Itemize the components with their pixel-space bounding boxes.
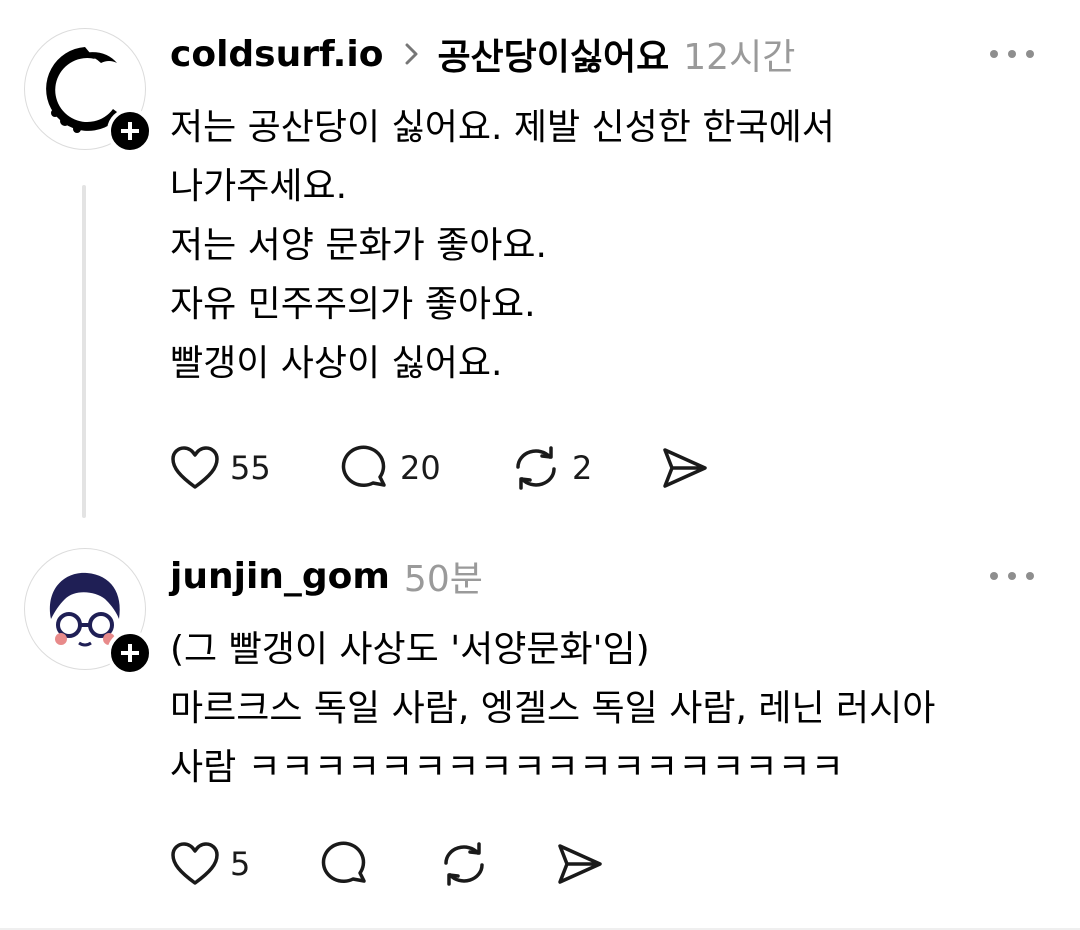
share-button[interactable] <box>555 834 605 894</box>
follow-button[interactable] <box>107 630 153 676</box>
like-button[interactable]: 5 <box>170 834 250 894</box>
more-options-icon[interactable] <box>990 566 1034 586</box>
comment-button[interactable] <box>320 834 370 894</box>
post-line: (그 빨갱이 사상도 '서양문화'임) <box>170 629 650 670</box>
action-bar: 5 <box>170 834 870 894</box>
like-count: 5 <box>230 845 251 883</box>
username[interactable]: junjin_gom <box>170 556 390 597</box>
post-2: junjin_gom 50분 (그 빨갱이 사상도 '서양문화'임) 마르크스 … <box>0 0 1080 930</box>
share-icon <box>558 844 602 884</box>
heart-icon <box>171 842 219 885</box>
repost-button[interactable] <box>438 834 490 894</box>
post-header: junjin_gom 50분 <box>170 546 483 606</box>
post-line: 사람 ㅋㅋㅋㅋㅋㅋㅋㅋㅋㅋㅋㅋㅋㅋㅋㅋㅋㅋ <box>170 747 844 788</box>
comment-icon <box>321 841 366 884</box>
post-line: 마르크스 독일 사람, 엥겔스 독일 사람, 레닌 러시아 <box>170 688 936 729</box>
timestamp: 50분 <box>403 559 483 600</box>
repost-icon <box>444 842 484 886</box>
post-body: (그 빨갱이 사상도 '서양문화'임) 마르크스 독일 사람, 엥겔스 독일 사… <box>170 620 1050 797</box>
